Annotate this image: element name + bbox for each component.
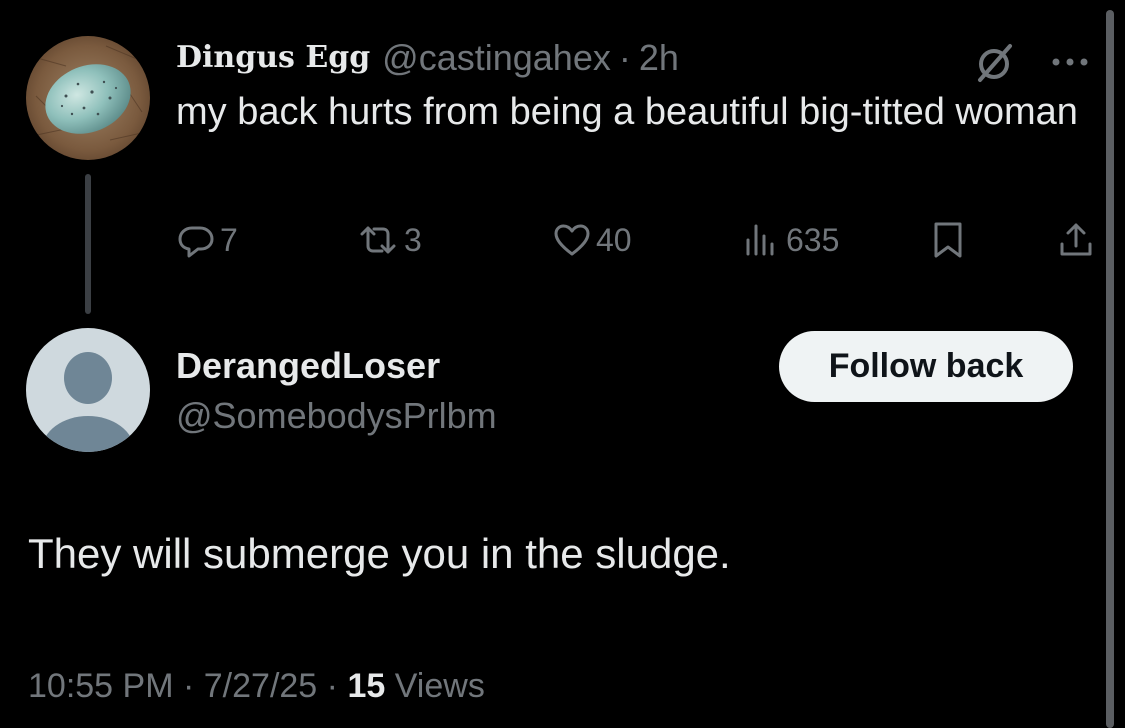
tweet-meta: 10:55 PM · 7/27/25 · 15 Views [28, 664, 485, 708]
thread-line [85, 174, 91, 314]
tweet-time[interactable]: 10:55 PM [28, 667, 174, 705]
parent-tweet-header: Dingus Egg @castingahex · 2h [176, 36, 679, 80]
like-count: 40 [596, 221, 632, 258]
share-icon [1060, 223, 1092, 256]
share-action[interactable] [1056, 218, 1100, 262]
grok-icon[interactable] [972, 40, 1020, 84]
repost-action[interactable]: 3 [356, 218, 422, 262]
reply-action[interactable]: 7 [176, 218, 238, 262]
author-handle[interactable]: @castingahex [382, 36, 611, 80]
reply-count: 7 [220, 221, 238, 258]
like-action[interactable]: 40 [552, 218, 632, 262]
reply-author-display-name[interactable]: DerangedLoser [176, 344, 440, 388]
tweet-date[interactable]: 7/27/25 [204, 667, 317, 705]
parent-tweet-text: my back hurts from being a beautiful big… [176, 91, 1078, 133]
bookmark-icon [934, 222, 962, 258]
reply-icon [178, 226, 214, 258]
author-display-name[interactable]: Dingus Egg [176, 36, 370, 80]
more-icon[interactable] [1046, 40, 1094, 84]
bookmark-action[interactable] [928, 218, 972, 262]
tweet-views-label: Views [394, 667, 485, 705]
repost-count: 3 [404, 221, 422, 258]
tweet-age[interactable]: 2h [639, 36, 679, 80]
meta-separator: · [326, 667, 338, 705]
follow-back-button[interactable]: Follow back [779, 331, 1073, 402]
views-count: 635 [786, 221, 840, 258]
reply-author-handle[interactable]: @SomebodysPrlbm [176, 394, 497, 438]
views-icon [746, 224, 774, 256]
meta-separator: · [182, 667, 195, 705]
heart-icon [554, 224, 590, 256]
egg-avatar-icon [26, 36, 150, 160]
reply-tweet-text: They will submerge you in the sludge. [28, 530, 731, 577]
default-avatar-icon [26, 328, 150, 452]
header-separator: · [618, 37, 631, 78]
tweet-views-count[interactable]: 15 [347, 667, 385, 705]
avatar[interactable] [26, 36, 150, 160]
avatar[interactable] [26, 328, 150, 452]
repost-icon [360, 226, 396, 254]
views-action[interactable]: 635 [742, 218, 839, 262]
scrollbar[interactable] [1106, 10, 1114, 728]
